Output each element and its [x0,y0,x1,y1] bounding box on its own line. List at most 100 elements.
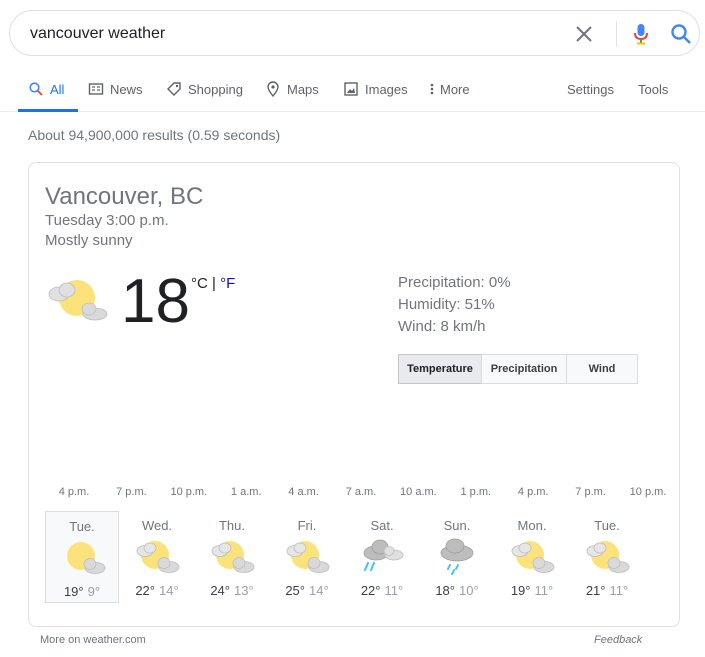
image-icon [343,81,359,97]
more-vert-icon [428,81,436,97]
forecast-high: 22° [135,583,155,598]
rain-icon [433,537,481,575]
weather-datetime: Tuesday 3:00 p.m. [45,212,169,229]
partly-cloudy-icon [133,537,181,575]
forecast-high: 21° [585,583,606,598]
precipitation-value: Precipitation: 0% [398,274,511,291]
forecast-day[interactable]: Sat. 22° 11° [345,511,419,603]
forecast-day[interactable]: Fri. 25° 14° [270,511,344,603]
tab-more[interactable]: More [428,66,470,112]
forecast-low: 11° [384,583,404,598]
search-bar [9,10,700,56]
partly-cloudy-icon [508,537,556,575]
temperature-button[interactable]: Temperature [398,354,482,384]
forecast-high: 19° [63,584,84,599]
current-temperature: 18 [121,267,190,336]
temperature-units: °C | °F [191,275,235,292]
forecast-high: 19° [510,583,531,598]
forecast-low: 11° [609,583,629,598]
forecast-temps: 21° 11° [570,583,644,598]
partly-cloudy-icon [283,537,331,575]
tools-link[interactable]: Tools [638,66,668,112]
clear-icon[interactable] [572,22,596,46]
forecast-day[interactable]: Tue. 19° 9° [45,511,119,603]
forecast-temps: 25° 14° [270,583,344,598]
showers-icon [358,537,406,575]
tab-label: All [50,81,65,97]
hour-label: 10 p.m. [170,486,208,498]
humidity-value: Humidity: 51% [398,296,495,313]
daily-forecast: Tue. 19° 9° Wed. 22° 14° Thu. 24° 13° Fri. 25° 14° S… [45,511,677,605]
forecast-day-name: Fri. [297,518,317,533]
celsius-toggle[interactable]: °C [191,275,208,292]
weather-condition: Mostly sunny [45,232,133,249]
search-icon [28,81,44,97]
hour-label: 4 p.m. [58,486,90,498]
hour-label: 7 p.m. [116,486,147,498]
forecast-temps: 18° 10° [420,583,494,598]
forecast-temps: 22° 11° [345,583,419,598]
forecast-day-name: Thu. [218,518,245,533]
forecast-temps: 19° 11° [495,583,569,598]
tab-images[interactable]: Images [343,66,408,112]
forecast-day[interactable]: Mon. 19° 11° [495,511,569,603]
forecast-day-name: Sat. [370,518,394,533]
tab-maps[interactable]: Maps [265,66,319,112]
forecast-day[interactable]: Thu. 24° 13° [195,511,269,603]
tab-label: Maps [287,81,319,97]
news-icon [88,81,104,97]
forecast-temps: 22° 14° [120,583,194,598]
forecast-day[interactable]: Wed. 22° 14° [120,511,194,603]
forecast-day-name: Sun. [443,518,471,533]
wind-value: Wind: 8 km/h [398,318,486,335]
weather-details: Precipitation: 0% Humidity: 51% Wind: 8 … [398,272,511,338]
microphone-icon[interactable] [629,21,653,47]
hour-label: 1 a.m. [230,486,262,498]
tab-news[interactable]: News [88,66,143,112]
forecast-high: 25° [285,583,305,598]
forecast-low: 11° [534,583,554,598]
forecast-high: 18° [435,583,455,598]
wind-button[interactable]: Wind [566,354,638,384]
forecast-day-name: Tue. [69,519,95,534]
unit-separator: | [207,275,221,292]
tab-label: More [440,81,470,97]
forecast-low: 14° [159,583,179,598]
tab-all[interactable]: All [17,66,80,112]
tab-shopping[interactable]: Shopping [166,66,243,112]
weather-location: Vancouver, BC [45,183,204,210]
hour-label: 4 a.m. [288,486,319,498]
forecast-temps: 19° 9° [46,584,118,599]
forecast-low: 10° [459,583,479,598]
tag-icon [166,81,182,97]
weather-card: Vancouver, BC Tuesday 3:00 p.m. Mostly s… [28,162,680,627]
feedback-link[interactable]: Feedback [594,634,642,646]
search-tabs: All News Shopping Maps Images More Setti… [0,66,705,112]
hour-labels: 4 p.m. 7 p.m. 10 p.m. 1 a.m. 4 a.m. 7 a.m. 10 … [45,486,677,502]
forecast-day-name: Wed. [141,518,173,533]
forecast-day-name: Mon. [517,518,547,533]
search-input[interactable] [30,24,550,44]
search-divider [616,21,617,47]
forecast-day[interactable]: Tue. 21° 11° [570,511,644,603]
result-stats: About 94,900,000 results (0.59 seconds) [28,127,281,143]
forecast-day-name: Tue. [594,518,620,533]
settings-link[interactable]: Settings [567,66,614,112]
forecast-high: 24° [210,583,230,598]
forecast-high: 22° [360,583,381,598]
fahrenheit-toggle[interactable]: °F [220,275,235,292]
tab-label: Images [365,81,408,97]
forecast-day[interactable]: Sun. 18° 10° [420,511,494,603]
weather-source-link[interactable]: More on weather.com [40,634,146,646]
hour-label: 1 p.m. [460,486,492,498]
precipitation-button[interactable]: Precipitation [481,354,567,384]
map-pin-icon [265,81,281,98]
tab-label: News [110,81,143,97]
forecast-low: 14° [309,583,329,598]
partly-cloudy-icon [45,276,109,324]
forecast-temps: 24° 13° [195,583,269,598]
forecast-low: 9° [87,584,101,599]
forecast-low: 13° [234,583,254,598]
search-icon[interactable] [668,21,694,47]
hour-label: 10 p.m. [629,486,667,498]
